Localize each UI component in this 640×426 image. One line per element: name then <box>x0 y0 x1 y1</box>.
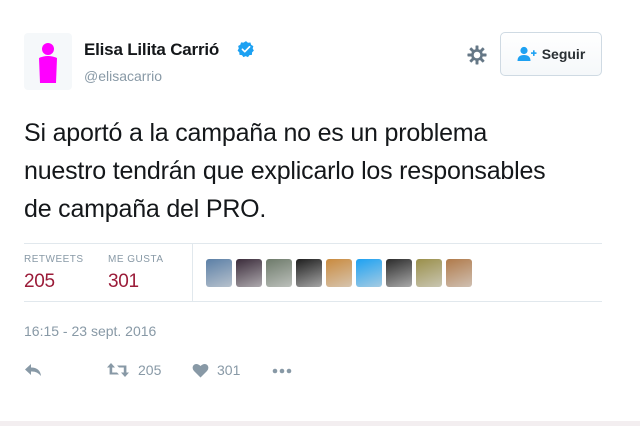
liker-avatar-9[interactable] <box>446 259 472 287</box>
avatar-silhouette-icon <box>39 43 57 83</box>
liker-avatar-1[interactable] <box>206 259 232 287</box>
tweet-text-line: de campaña del PRO. <box>24 195 267 223</box>
heart-icon <box>192 363 209 377</box>
verified-badge-icon <box>237 41 254 58</box>
bottom-border <box>0 421 640 426</box>
retweets-label[interactable]: RETWEETS <box>24 254 84 265</box>
liker-avatar-5[interactable] <box>326 259 352 287</box>
user-name[interactable]: Elisa Lilita Carrió <box>84 40 219 60</box>
reply-button[interactable] <box>24 362 44 378</box>
tweet-card: Elisa Lilita Carrió @elisacarrio Seguir <box>0 0 640 426</box>
liker-avatar-4[interactable] <box>296 259 322 287</box>
liker-avatar-2[interactable] <box>236 259 262 287</box>
tweet-timestamp[interactable]: 16:15 - 23 sept. 2016 <box>24 323 156 339</box>
liker-avatar-6[interactable] <box>356 259 382 287</box>
stats-divider-top <box>24 243 602 244</box>
likes-count[interactable]: 301 <box>108 271 139 293</box>
liker-avatars <box>206 259 472 287</box>
retweet-icon <box>107 363 129 377</box>
avatar[interactable] <box>24 33 72 90</box>
retweets-count[interactable]: 205 <box>24 271 55 293</box>
tweet-text-line: nuestro tendrán que explicarlo los respo… <box>24 157 546 185</box>
gear-icon[interactable] <box>466 44 488 66</box>
retweet-action-count: 205 <box>138 362 162 378</box>
tweet-text: Si aportó a la campaña no es un problema… <box>24 114 624 228</box>
retweet-button[interactable]: 205 <box>106 362 161 378</box>
follow-button[interactable]: Seguir <box>500 32 602 76</box>
add-user-icon <box>517 46 537 61</box>
stats-separator <box>192 244 193 301</box>
more-button[interactable] <box>272 368 292 374</box>
like-action-count: 301 <box>217 362 241 378</box>
user-handle[interactable]: @elisacarrio <box>84 68 162 84</box>
like-button[interactable]: 301 <box>192 362 240 378</box>
stats-divider-bottom <box>24 301 602 302</box>
reply-icon <box>25 364 41 376</box>
likes-label[interactable]: ME GUSTA <box>108 254 163 265</box>
liker-avatar-8[interactable] <box>416 259 442 287</box>
liker-avatar-3[interactable] <box>266 259 292 287</box>
liker-avatar-7[interactable] <box>386 259 412 287</box>
tweet-text-line: Si aportó a la campaña no es un problema <box>24 119 488 147</box>
follow-button-label: Seguir <box>541 46 586 62</box>
more-dots-icon <box>272 368 292 374</box>
